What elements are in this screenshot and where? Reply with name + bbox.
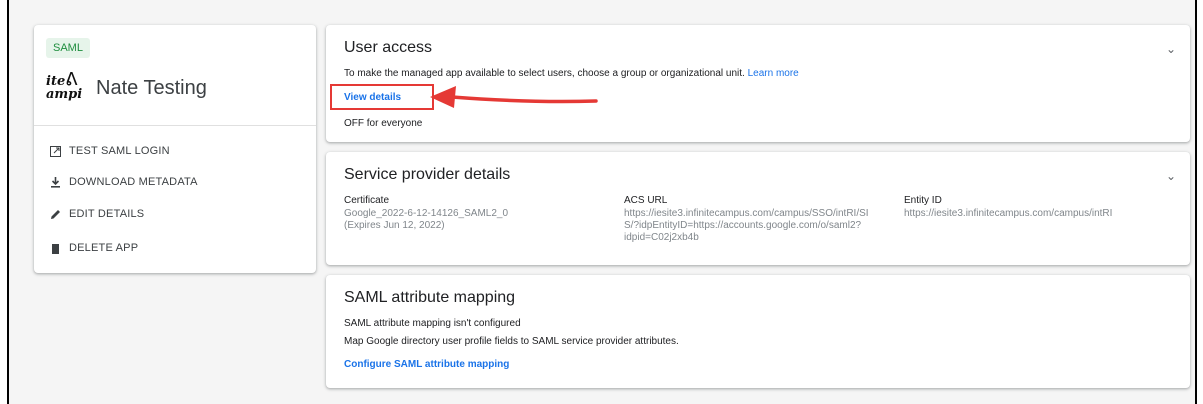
service-provider-title: Service provider details — [344, 166, 511, 183]
divider — [34, 125, 316, 126]
saml-badge: SAML — [46, 38, 90, 58]
app-summary-card: SAML iteᕕ ampi Nate Testing TEST SAML LO… — [34, 25, 316, 273]
edit-details-label: EDIT DETAILS — [69, 208, 145, 220]
acs-url-line: https://iesite3.infinitecampus.com/campu… — [624, 208, 869, 219]
certificate-expiry: (Expires Jun 12, 2022) — [344, 220, 445, 231]
attribute-mapping-title: SAML attribute mapping — [344, 289, 516, 306]
download-metadata-label: DOWNLOAD METADATA — [69, 176, 198, 188]
edit-details-button[interactable]: EDIT DETAILS — [49, 208, 144, 220]
user-access-card: User access ⌄ To make the managed app av… — [326, 25, 1190, 142]
trash-icon — [49, 243, 61, 254]
user-access-description-row: To make the managed app available to sel… — [344, 68, 799, 79]
download-metadata-button[interactable]: DOWNLOAD METADATA — [49, 176, 198, 188]
test-saml-login-button[interactable]: TEST SAML LOGIN — [49, 145, 170, 157]
entity-id-value: https://iesite3.infinitecampus.com/campu… — [904, 208, 1113, 219]
service-provider-card: Service provider details ⌄ Certificate G… — [326, 152, 1190, 265]
page-frame: SAML iteᕕ ampi Nate Testing TEST SAML LO… — [7, 0, 1197, 404]
external-link-icon — [49, 145, 61, 157]
configure-attribute-mapping-link[interactable]: Configure SAML attribute mapping — [344, 359, 509, 370]
entity-id-section: Entity ID https://iesite3.infinitecampus… — [904, 195, 1112, 220]
attribute-mapping-card: SAML attribute mapping SAML attribute ma… — [326, 275, 1190, 388]
download-icon — [49, 176, 61, 188]
delete-app-button[interactable]: DELETE APP — [49, 242, 138, 254]
user-access-title: User access — [344, 39, 433, 56]
chevron-down-icon[interactable]: ⌄ — [1166, 42, 1176, 56]
view-details-link[interactable]: View details — [344, 92, 401, 103]
entity-id-label: Entity ID — [904, 195, 942, 206]
delete-app-label: DELETE APP — [69, 242, 139, 254]
test-saml-login-label: TEST SAML LOGIN — [69, 145, 170, 157]
attribute-mapping-description: Map Google directory user profile fields… — [344, 336, 679, 347]
pencil-icon — [49, 209, 61, 220]
acs-url-line: idpid=C02j2xb4b — [624, 232, 699, 243]
chevron-down-icon[interactable]: ⌄ — [1166, 169, 1176, 183]
app-logo-text-bottom: ampi — [46, 87, 83, 102]
app-name: Nate Testing — [96, 77, 207, 99]
attribute-mapping-status: SAML attribute mapping isn't configured — [344, 318, 521, 329]
acs-url-line: S/?idpEntityID=https://accounts.google.c… — [624, 220, 862, 231]
user-access-description: To make the managed app available to sel… — [344, 68, 745, 79]
user-access-status: OFF for everyone — [344, 118, 423, 129]
certificate-section: Certificate Google_2022-6-12-14126_SAML2… — [344, 195, 508, 232]
certificate-label: Certificate — [344, 195, 390, 206]
acs-url-section: ACS URL https://iesite3.infinitecampus.c… — [624, 195, 869, 244]
app-logo: iteᕕ ampi — [46, 69, 83, 102]
certificate-value: Google_2022-6-12-14126_SAML2_0 — [344, 208, 509, 219]
acs-url-label: ACS URL — [624, 195, 668, 206]
learn-more-link[interactable]: Learn more — [748, 68, 799, 79]
